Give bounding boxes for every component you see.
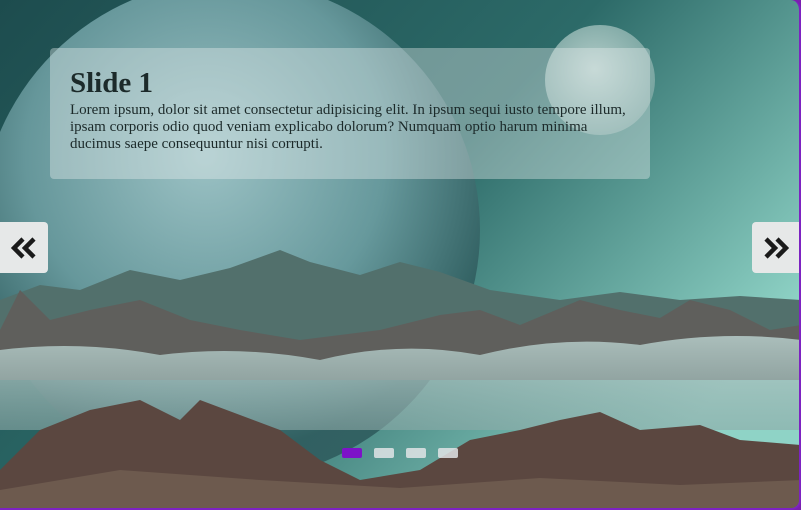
next-slide-button[interactable] — [752, 222, 799, 273]
slide-indicator-4[interactable] — [438, 448, 458, 458]
double-chevron-left-icon — [11, 236, 36, 259]
slide-indicator-1[interactable] — [342, 448, 362, 458]
slide-indicators — [342, 448, 458, 458]
image-slider: Slide 1 Lorem ipsum, dolor sit amet cons… — [0, 0, 801, 510]
slide-title: Slide 1 — [70, 67, 153, 99]
slide-indicator-2[interactable] — [374, 448, 394, 458]
previous-slide-button[interactable] — [0, 222, 48, 273]
slide-description: Lorem ipsum, dolor sit amet consectetur … — [70, 102, 626, 152]
slide-indicator-3[interactable] — [406, 448, 426, 458]
slide-caption: Slide 1 Lorem ipsum, dolor sit amet cons… — [50, 48, 650, 179]
double-chevron-right-icon — [764, 236, 789, 259]
